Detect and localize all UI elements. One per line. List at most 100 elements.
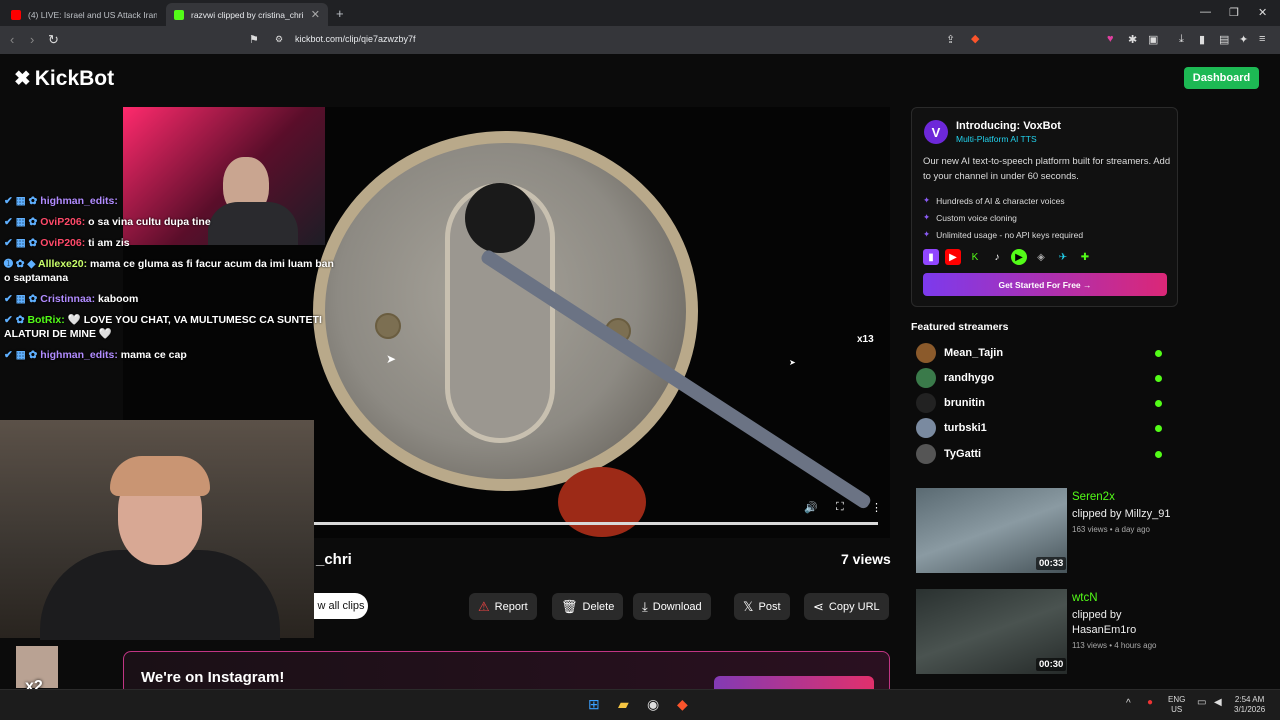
new-tab-button[interactable]: + bbox=[336, 6, 344, 21]
file-explorer-icon[interactable]: ▰ bbox=[618, 696, 629, 713]
video-progress-bar[interactable] bbox=[314, 522, 878, 525]
share-nodes-icon: ⋖ bbox=[813, 598, 824, 614]
live-dot-icon bbox=[1155, 450, 1162, 458]
brave-icon[interactable]: ◆ bbox=[677, 696, 688, 713]
twitch-icon: ▮ bbox=[923, 249, 939, 265]
site-info-icon[interactable]: ⚙ bbox=[275, 34, 283, 45]
url-field[interactable]: kickbot.com/clip/qie7azwzby7f bbox=[295, 34, 416, 44]
chat-message: ✔ ▦ ✿ Cristinnaa: kaboom bbox=[4, 293, 139, 305]
kickbot-logo[interactable]: ✖ KickBot bbox=[14, 66, 114, 91]
puzzle-icon[interactable]: ✱ bbox=[1128, 33, 1137, 46]
warning-icon: ⚠ bbox=[478, 598, 490, 614]
windows-taskbar: ⊞ ▰ ◉ ◆ ^ ● ENG US ▭ ◀ 2:54 AM 3/1/2026 bbox=[0, 689, 1280, 720]
kick-icon: K bbox=[971, 251, 979, 263]
avatar bbox=[916, 368, 936, 388]
voxbot-subtitle: Multi-Platform AI TTS bbox=[956, 134, 1037, 144]
maximize-icon[interactable]: ❐ bbox=[1229, 6, 1239, 19]
side-clip-card[interactable]: 00:33 Seren2x clipped by Millzy_91 163 v… bbox=[916, 488, 1176, 574]
trash-icon: 🗑 bbox=[561, 598, 578, 614]
featured-streamer[interactable]: Mean_Tajin bbox=[916, 342, 1166, 364]
volume-icon[interactable]: ◀ bbox=[1214, 698, 1222, 708]
volume-icon[interactable]: 🔊 bbox=[804, 501, 818, 514]
pill-icon: ◈ bbox=[1037, 251, 1045, 263]
clip-streamer[interactable]: wtcN bbox=[1072, 592, 1098, 604]
clip-streamer[interactable]: Seren2x bbox=[1072, 491, 1115, 503]
featured-streamer[interactable]: brunitin bbox=[916, 392, 1166, 414]
close-tab-icon[interactable]: ✕ bbox=[311, 8, 320, 21]
chat-message: ✔ ▦ ✿ highman_edits: mama ce cap bbox=[4, 349, 187, 361]
kickbot-mark-icon: ✖ bbox=[14, 68, 31, 90]
address-bar-row: ‹ › ↻ ⚑ ⚙ kickbot.com/clip/qie7azwzby7f … bbox=[0, 26, 1280, 54]
wallet-icon[interactable]: ▣ bbox=[1148, 33, 1158, 46]
tab-kickbot[interactable]: razvwi clipped by cristina_chri ✕ bbox=[166, 3, 328, 26]
tab-youtube[interactable]: (4) LIVE: Israel and US Attack Iran - N bbox=[3, 3, 165, 26]
bot-icon: ✚ bbox=[1080, 251, 1090, 263]
avatar bbox=[916, 444, 936, 464]
post-button[interactable]: 𝕏 Post bbox=[734, 593, 790, 620]
reload-icon[interactable]: ↻ bbox=[48, 32, 59, 48]
windows-start-icon[interactable]: ⊞ bbox=[588, 696, 600, 713]
voxbot-title: Introducing: VoxBot bbox=[956, 120, 1061, 132]
combo-multiplier: x13 bbox=[857, 334, 874, 345]
live-dot-icon bbox=[1155, 374, 1162, 382]
featured-streamer[interactable]: turbski1 bbox=[916, 417, 1166, 439]
avatar bbox=[916, 393, 936, 413]
chat-message: ✔ ▦ ✿ OviP206: ti am zis bbox=[4, 237, 130, 249]
more-options-icon[interactable]: ⋮ bbox=[871, 501, 882, 514]
browser-tab-bar: (4) LIVE: Israel and US Attack Iran - N … bbox=[0, 0, 1280, 26]
clock[interactable]: 2:54 AM 3/1/2026 bbox=[1234, 695, 1265, 715]
tiktok-icon: ♪ bbox=[994, 251, 1000, 263]
clip-title: _chri bbox=[316, 551, 352, 568]
copy-url-button[interactable]: ⋖ Copy URL bbox=[804, 593, 889, 620]
tab-title: (4) LIVE: Israel and US Attack Iran - N bbox=[28, 9, 157, 20]
mouse-cursor-icon: ➤ bbox=[789, 358, 796, 367]
avatar bbox=[916, 343, 936, 363]
clip-duration: 00:30 bbox=[1036, 658, 1067, 671]
kickbot-page: ✖ KickBot Dashboard ✔ ▦ ✿ highman_edits:… bbox=[0, 54, 1280, 696]
extension-icon[interactable]: ♥ bbox=[1107, 33, 1114, 45]
instagram-title: We're on Instagram! bbox=[141, 669, 285, 686]
menu-icon[interactable]: ≡ bbox=[1259, 33, 1265, 45]
view-all-clips-button[interactable]: w all clips bbox=[314, 593, 368, 619]
view-count: 7 views bbox=[841, 551, 891, 567]
fullscreen-icon[interactable]: ⛶ bbox=[836, 501, 844, 514]
wallet-alt-icon[interactable]: ▤ bbox=[1219, 33, 1229, 46]
chrome-icon[interactable]: ◉ bbox=[647, 696, 659, 713]
leo-icon[interactable]: ✦ bbox=[1239, 33, 1248, 46]
back-icon[interactable]: ‹ bbox=[10, 32, 14, 47]
feature-item: ✦ Hundreds of AI & character voices bbox=[923, 195, 1065, 206]
close-window-icon[interactable]: ✕ bbox=[1258, 6, 1267, 19]
sparkle-icon: ✦ bbox=[923, 195, 931, 205]
brave-shield-icon[interactable]: ◆ bbox=[971, 32, 979, 45]
live-dot-icon bbox=[1155, 349, 1162, 357]
chat-message: ✔ ▦ ✿ OviP206: o sa vina cultu dupa tine bbox=[4, 216, 211, 228]
download-icon[interactable]: ⤓ bbox=[1179, 33, 1184, 46]
platform-icons: ▮ ▶ K ♪ ▶ ◈ ✈ ✚ bbox=[923, 249, 1093, 265]
bookmark-icon[interactable]: ⚑ bbox=[249, 33, 259, 46]
report-button[interactable]: ⚠ Report bbox=[469, 593, 537, 620]
sparkle-icon: ✦ bbox=[923, 229, 931, 239]
side-clip-card[interactable]: 00:30 wtcN clipped by HasanEm1ro 113 vie… bbox=[916, 589, 1176, 675]
tray-chevron-icon[interactable]: ^ bbox=[1126, 699, 1131, 709]
video-frame-lock bbox=[313, 131, 698, 491]
microphone-icon[interactable]: ● bbox=[1147, 698, 1153, 708]
dashboard-button[interactable]: Dashboard bbox=[1184, 67, 1259, 89]
language-indicator[interactable]: ENG US bbox=[1168, 695, 1185, 715]
download-button[interactable]: ⤓ Download bbox=[633, 593, 711, 620]
live-dot-icon bbox=[1155, 424, 1162, 432]
featured-streamer[interactable]: randhygo bbox=[916, 367, 1166, 389]
forward-icon[interactable]: › bbox=[30, 32, 34, 47]
share-icon[interactable]: ⇪ bbox=[946, 33, 955, 46]
minimize-icon[interactable]: — bbox=[1200, 6, 1211, 18]
network-icon[interactable]: ▭ bbox=[1197, 698, 1206, 708]
chat-overlay: ✔ ▦ ✿ highman_edits: ✔ ▦ ✿ OviP206: o sa… bbox=[4, 194, 334, 369]
youtube-icon bbox=[11, 9, 21, 20]
voxbot-description: Our new AI text-to-speech platform built… bbox=[923, 156, 1171, 182]
featured-streamers-heading: Featured streamers bbox=[911, 321, 1009, 333]
delete-button[interactable]: 🗑 Delete bbox=[552, 593, 624, 620]
sidebar-icon[interactable]: ▮ bbox=[1199, 33, 1205, 46]
x-logo-icon: 𝕏 bbox=[743, 598, 754, 614]
get-started-button[interactable]: Get Started For Free → bbox=[923, 273, 1167, 296]
featured-streamer[interactable]: TyGatti bbox=[916, 443, 1166, 465]
download-icon: ⤓ bbox=[642, 598, 648, 614]
